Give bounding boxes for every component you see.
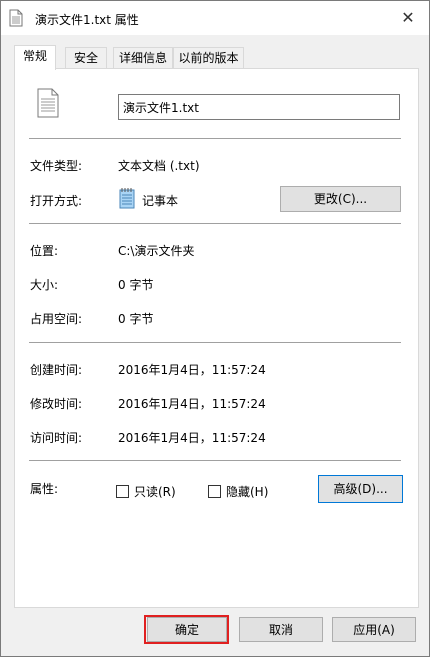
- created-value: 2016年1月4日，11:57:24: [118, 363, 266, 377]
- size-on-disk-value: 0 字节: [118, 312, 154, 326]
- location-label: 位置:: [30, 244, 59, 258]
- change-button[interactable]: 更改(C)...: [280, 186, 401, 212]
- window-title: 演示文件1.txt 属性: [35, 13, 139, 27]
- opens-with-label: 打开方式:: [30, 194, 83, 208]
- modified-value: 2016年1月4日，11:57:24: [118, 397, 266, 411]
- notepad-icon: [118, 187, 136, 212]
- close-button[interactable]: ✕: [393, 5, 423, 31]
- opens-with-value: 记事本: [142, 194, 179, 208]
- attributes-label: 属性:: [30, 482, 59, 496]
- readonly-checkbox-box[interactable]: [116, 485, 129, 498]
- created-label: 创建时间:: [30, 363, 83, 377]
- readonly-checkbox[interactable]: 只读(R): [116, 483, 176, 500]
- readonly-checkbox-label: 只读(R): [134, 485, 176, 499]
- text-file-icon: [9, 9, 23, 30]
- separator: [29, 342, 401, 343]
- tab-previous-versions[interactable]: 以前的版本: [173, 47, 244, 69]
- file-type-value: 文本文档 (.txt): [118, 159, 200, 173]
- size-on-disk-label: 占用空间:: [30, 312, 83, 326]
- modified-label: 修改时间:: [30, 397, 83, 411]
- ok-button[interactable]: 确定: [147, 617, 227, 642]
- hidden-checkbox-box[interactable]: [208, 485, 221, 498]
- file-icon: [37, 88, 59, 121]
- file-name-field[interactable]: [118, 94, 400, 120]
- hidden-checkbox[interactable]: 隐藏(H): [208, 483, 268, 500]
- tab-security[interactable]: 安全: [65, 47, 107, 69]
- properties-dialog: 演示文件1.txt 属性 ✕ 常规 安全 详细信息 以前的版本 文件类型: 文本…: [0, 0, 430, 657]
- accessed-label: 访问时间:: [30, 431, 83, 445]
- file-type-label: 文件类型:: [30, 159, 83, 173]
- separator: [29, 138, 401, 139]
- location-value: C:\演示文件夹: [118, 244, 195, 258]
- title-bar: 演示文件1.txt 属性 ✕: [1, 1, 429, 35]
- separator: [29, 460, 401, 461]
- tab-general[interactable]: 常规: [14, 45, 56, 70]
- cancel-button[interactable]: 取消: [239, 617, 323, 642]
- hidden-checkbox-label: 隐藏(H): [226, 485, 269, 499]
- advanced-button[interactable]: 高级(D)...: [318, 475, 403, 503]
- size-value: 0 字节: [118, 278, 154, 292]
- size-label: 大小:: [30, 278, 59, 292]
- general-panel: 文件类型: 文本文档 (.txt) 打开方式: 记事本 更改(C)... 位置:…: [14, 68, 419, 608]
- accessed-value: 2016年1月4日，11:57:24: [118, 431, 266, 445]
- apply-button[interactable]: 应用(A): [332, 617, 416, 642]
- close-icon: ✕: [401, 8, 415, 27]
- tab-details[interactable]: 详细信息: [113, 47, 173, 69]
- separator: [29, 223, 401, 224]
